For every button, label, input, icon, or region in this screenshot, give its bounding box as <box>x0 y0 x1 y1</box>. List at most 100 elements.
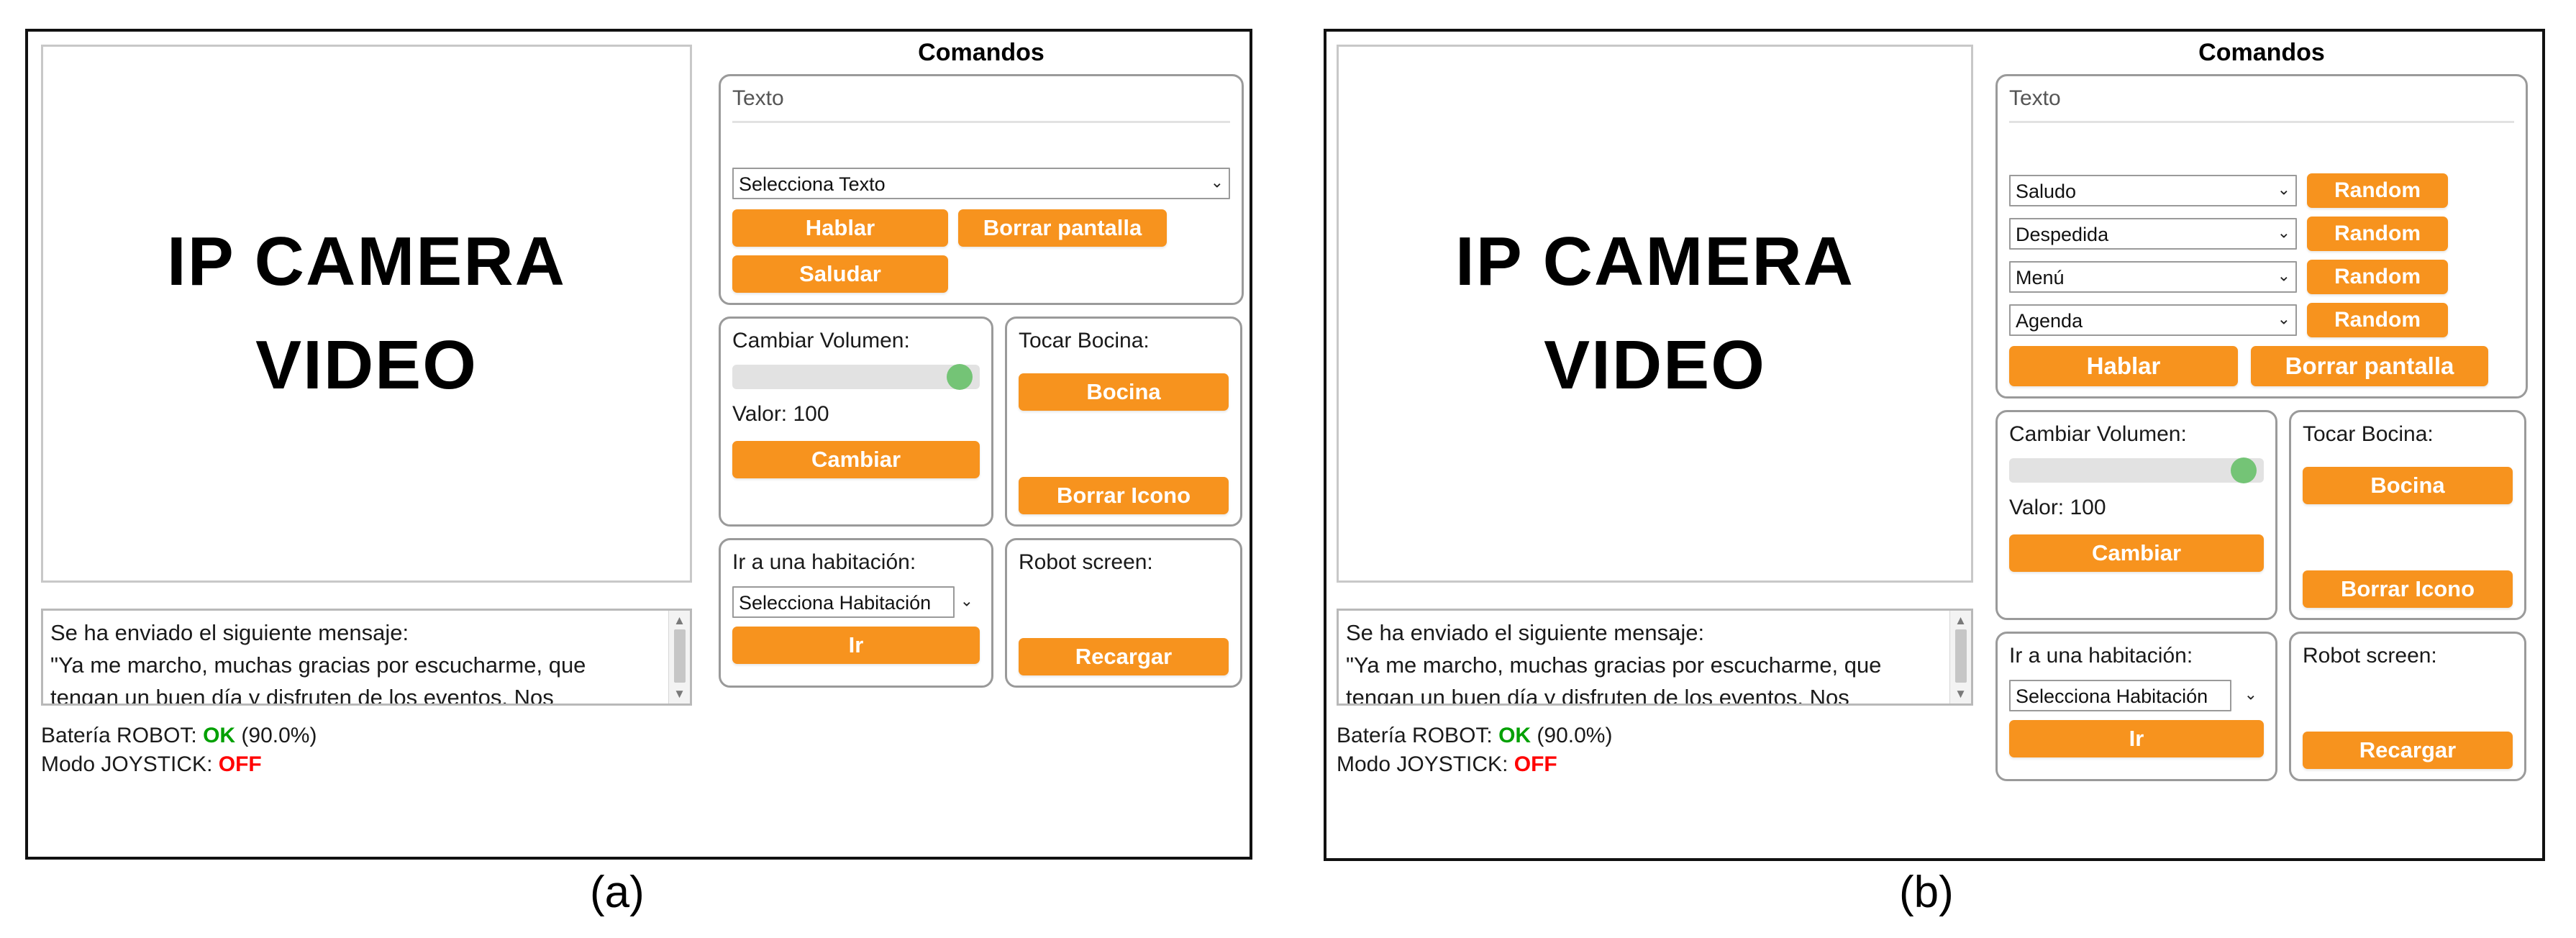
scroll-up-icon[interactable]: ▲ <box>673 611 686 630</box>
ir-button[interactable]: Ir <box>2009 720 2264 757</box>
random-row-0: Saludo ⌄ Random <box>2009 173 2514 208</box>
horn-card-a: Tocar Bocina: Bocina Borrar Icono <box>1005 317 1242 527</box>
volume-slider-thumb[interactable] <box>2231 457 2257 483</box>
bocina-button[interactable]: Bocina <box>2303 467 2513 504</box>
recargar-button[interactable]: Recargar <box>1019 638 1229 675</box>
status-block-a: Batería ROBOT: OK (90.0%) Modo JOYSTICK:… <box>41 721 692 779</box>
texto-input-area[interactable] <box>732 133 1230 168</box>
joystick-state-badge: OFF <box>218 752 262 776</box>
borrar-pantalla-button[interactable]: Borrar pantalla <box>958 209 1167 247</box>
message-log-text: Se ha enviado el siguiente mensaje: "Ya … <box>1346 620 1882 706</box>
volume-label: Cambiar Volumen: <box>732 329 910 352</box>
select-menu[interactable]: Menú <box>2009 261 2297 293</box>
message-log-text: Se ha enviado el siguiente mensaje: "Ya … <box>50 620 586 706</box>
bocina-button[interactable]: Bocina <box>1019 373 1229 411</box>
volume-slider[interactable] <box>732 364 980 390</box>
joystick-label: Modo JOYSTICK: <box>1337 752 1514 776</box>
log-scrollbar[interactable]: ▲ ▼ <box>1949 611 1971 704</box>
select-agenda-wrap[interactable]: Agenda ⌄ <box>2009 304 2297 336</box>
volume-slider[interactable] <box>2009 457 2264 483</box>
volume-value: Valor: 100 <box>2009 496 2106 519</box>
select-habitacion-wrap[interactable]: Selecciona Habitación ⌄ <box>2009 680 2264 711</box>
horn-card-b: Tocar Bocina: Bocina Borrar Icono <box>2289 410 2526 620</box>
random-row-1: Despedida ⌄ Random <box>2009 217 2514 251</box>
borrar-pantalla-button[interactable]: Borrar pantalla <box>2251 346 2488 386</box>
robot-screen-label: Robot screen: <box>2303 644 2437 668</box>
select-saludo[interactable]: Saludo <box>2009 175 2297 206</box>
scrollbar-thumb[interactable] <box>1954 629 1967 683</box>
robot-screen-card-b: Robot screen: Recargar <box>2289 632 2526 781</box>
figure-root: IP CAMERA VIDEO Se ha enviado el siguien… <box>0 0 2576 938</box>
chevron-down-icon: ⌄ <box>2244 685 2257 704</box>
battery-state-badge: OK <box>1498 724 1532 747</box>
scroll-up-icon[interactable]: ▲ <box>1954 611 1967 630</box>
battery-status: Batería ROBOT: OK (90.0%) <box>41 721 692 750</box>
ir-button[interactable]: Ir <box>732 627 980 664</box>
panel-b: IP CAMERA VIDEO Se ha enviado el siguien… <box>1324 29 2545 861</box>
cambiar-volumen-button[interactable]: Cambiar <box>2009 534 2264 572</box>
volume-label: Cambiar Volumen: <box>2009 422 2187 446</box>
battery-state-badge: OK <box>203 724 236 747</box>
video-title-line2: VIDEO <box>255 327 478 404</box>
video-title-line2: VIDEO <box>1544 327 1766 404</box>
controls-right-column-b: Tocar Bocina: Bocina Borrar Icono Robot … <box>2289 410 2526 793</box>
hablar-button[interactable]: Hablar <box>732 209 948 247</box>
random-despedida-button[interactable]: Random <box>2307 217 2448 251</box>
room-label: Ir a una habitación: <box>2009 644 2193 668</box>
video-and-log-column-a: IP CAMERA VIDEO Se ha enviado el siguien… <box>41 45 692 847</box>
figure-caption-a: (a) <box>590 868 645 917</box>
ip-camera-video-a: IP CAMERA VIDEO <box>41 45 692 583</box>
log-scrollbar[interactable]: ▲ ▼ <box>668 611 690 704</box>
ip-camera-video-b: IP CAMERA VIDEO <box>1337 45 1973 583</box>
saludar-button[interactable]: Saludar <box>732 255 948 293</box>
speech-button-row-b: Hablar Borrar pantalla <box>2009 346 2514 386</box>
select-habitacion-wrap[interactable]: Selecciona Habitación ⌄ <box>732 586 980 618</box>
message-log-a[interactable]: Se ha enviado el siguiente mensaje: "Ya … <box>41 609 692 706</box>
hablar-button[interactable]: Hablar <box>2009 346 2238 386</box>
text-command-card-b: Texto Saludo ⌄ Random Despedida ⌄ Random… <box>1995 74 2528 399</box>
commands-column-a: Comandos Texto Selecciona Texto ⌄ Hablar… <box>719 39 1244 699</box>
recargar-button[interactable]: Recargar <box>2303 732 2513 769</box>
figure-caption-b: (b) <box>1899 868 1954 917</box>
battery-percent: (90.0%) <box>1531 724 1613 747</box>
borrar-icono-button[interactable]: Borrar Icono <box>2303 570 2513 608</box>
select-despedida[interactable]: Despedida <box>2009 218 2297 250</box>
video-title-line1: IP CAMERA <box>167 223 566 300</box>
select-despedida-wrap[interactable]: Despedida ⌄ <box>2009 218 2297 250</box>
scrollbar-thumb[interactable] <box>673 629 686 683</box>
horn-label: Tocar Bocina: <box>2303 422 2434 446</box>
battery-percent: (90.0%) <box>235 724 317 747</box>
select-texto-wrap[interactable]: Selecciona Texto ⌄ <box>732 168 1230 199</box>
message-log-b[interactable]: Se ha enviado el siguiente mensaje: "Ya … <box>1337 609 1973 706</box>
controls-grid-b: Cambiar Volumen: Valor: 100 Cambiar Ir a… <box>1995 410 2528 793</box>
select-menu-wrap[interactable]: Menú ⌄ <box>2009 261 2297 293</box>
joystick-status: Modo JOYSTICK: OFF <box>41 750 692 779</box>
texto-input-area[interactable] <box>2009 133 2514 173</box>
texto-input-underline[interactable] <box>2009 121 2514 123</box>
video-and-log-column-b: IP CAMERA VIDEO Se ha enviado el siguien… <box>1337 45 1973 848</box>
random-agenda-button[interactable]: Random <box>2307 303 2448 337</box>
texto-input-underline[interactable] <box>732 121 1230 123</box>
cambiar-volumen-button[interactable]: Cambiar <box>732 441 980 478</box>
battery-label: Batería ROBOT: <box>1337 724 1499 747</box>
room-card-b: Ir a una habitación: Selecciona Habitaci… <box>1995 632 2277 781</box>
volume-card-b: Cambiar Volumen: Valor: 100 Cambiar <box>1995 410 2277 620</box>
battery-status: Batería ROBOT: OK (90.0%) <box>1337 721 1973 750</box>
texto-input-label: Texto <box>732 86 784 110</box>
random-saludo-button[interactable]: Random <box>2307 173 2448 208</box>
borrar-icono-button[interactable]: Borrar Icono <box>1019 477 1229 514</box>
volume-slider-thumb[interactable] <box>947 364 973 390</box>
select-texto[interactable]: Selecciona Texto <box>732 168 1230 199</box>
joystick-state-badge: OFF <box>1514 752 1557 776</box>
scroll-down-icon[interactable]: ▼ <box>673 684 686 704</box>
commands-title: Comandos <box>918 39 1044 66</box>
select-saludo-wrap[interactable]: Saludo ⌄ <box>2009 175 2297 206</box>
select-agenda[interactable]: Agenda <box>2009 304 2297 336</box>
robot-screen-label: Robot screen: <box>1019 550 1153 574</box>
scroll-down-icon[interactable]: ▼ <box>1954 684 1967 704</box>
select-habitacion[interactable]: Selecciona Habitación <box>2009 680 2231 711</box>
random-menu-button[interactable]: Random <box>2307 260 2448 294</box>
joystick-label: Modo JOYSTICK: <box>41 752 219 776</box>
commands-column-b: Comandos Texto Saludo ⌄ Random Despedida… <box>1995 39 2528 793</box>
select-habitacion[interactable]: Selecciona Habitación <box>732 586 955 618</box>
